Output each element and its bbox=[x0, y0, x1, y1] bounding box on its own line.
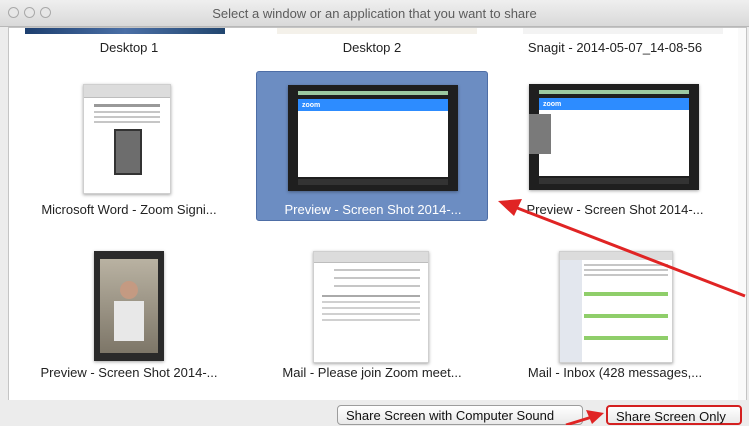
share-tile-preview-selected[interactable]: zoom Preview - Screen Shot 2014-... bbox=[256, 71, 488, 221]
tile-label: Microsoft Word - Zoom Signi... bbox=[41, 202, 217, 217]
desktop-1-thumbnail[interactable] bbox=[25, 28, 225, 34]
snagit-thumbnail[interactable] bbox=[523, 28, 723, 34]
tile-label: Preview - Screen Shot 2014-... bbox=[284, 202, 462, 217]
mail-inbox-thumbnail bbox=[559, 251, 673, 363]
tile-label: Preview - Screen Shot 2014-... bbox=[40, 365, 218, 380]
share-tile-word[interactable]: Microsoft Word - Zoom Signi... bbox=[13, 74, 245, 224]
title-bar: Select a window or an application that y… bbox=[0, 0, 749, 27]
tile-label[interactable]: Snagit - 2014-05-07_14-08-56 bbox=[499, 40, 731, 55]
desktop-2-thumbnail[interactable] bbox=[277, 28, 477, 34]
word-document-thumbnail bbox=[83, 84, 171, 194]
share-options-grid: Desktop 1 Desktop 2 Snagit - 2014-05-07_… bbox=[8, 27, 747, 402]
tile-label: Mail - Please join Zoom meet... bbox=[282, 365, 462, 380]
tile-label: Preview - Screen Shot 2014-... bbox=[526, 202, 704, 217]
mail-compose-thumbnail bbox=[313, 251, 429, 363]
share-tile-mail-compose[interactable]: Mail - Please join Zoom meet... bbox=[256, 241, 488, 391]
window-title: Select a window or an application that y… bbox=[212, 6, 537, 21]
tile-label[interactable]: Desktop 2 bbox=[256, 40, 488, 55]
share-screen-only-button[interactable]: Share Screen Only bbox=[606, 405, 742, 425]
zoom-screenshot-thumbnail: zoom bbox=[529, 84, 699, 190]
tile-label[interactable]: Desktop 1 bbox=[13, 40, 245, 55]
share-tile-preview-3[interactable]: Preview - Screen Shot 2014-... bbox=[13, 241, 245, 391]
share-tile-mail-inbox[interactable]: Mail - Inbox (428 messages,... bbox=[499, 241, 731, 391]
tile-label: Mail - Inbox (428 messages,... bbox=[527, 365, 703, 380]
share-screen-with-sound-button[interactable]: Share Screen with Computer Sound bbox=[337, 405, 583, 425]
video-photo-thumbnail bbox=[94, 251, 164, 361]
zoom-screenshot-thumbnail: zoom bbox=[288, 85, 458, 191]
share-tile-preview-2[interactable]: zoom Preview - Screen Shot 2014-... bbox=[499, 74, 731, 224]
scrollbar[interactable] bbox=[738, 28, 746, 401]
